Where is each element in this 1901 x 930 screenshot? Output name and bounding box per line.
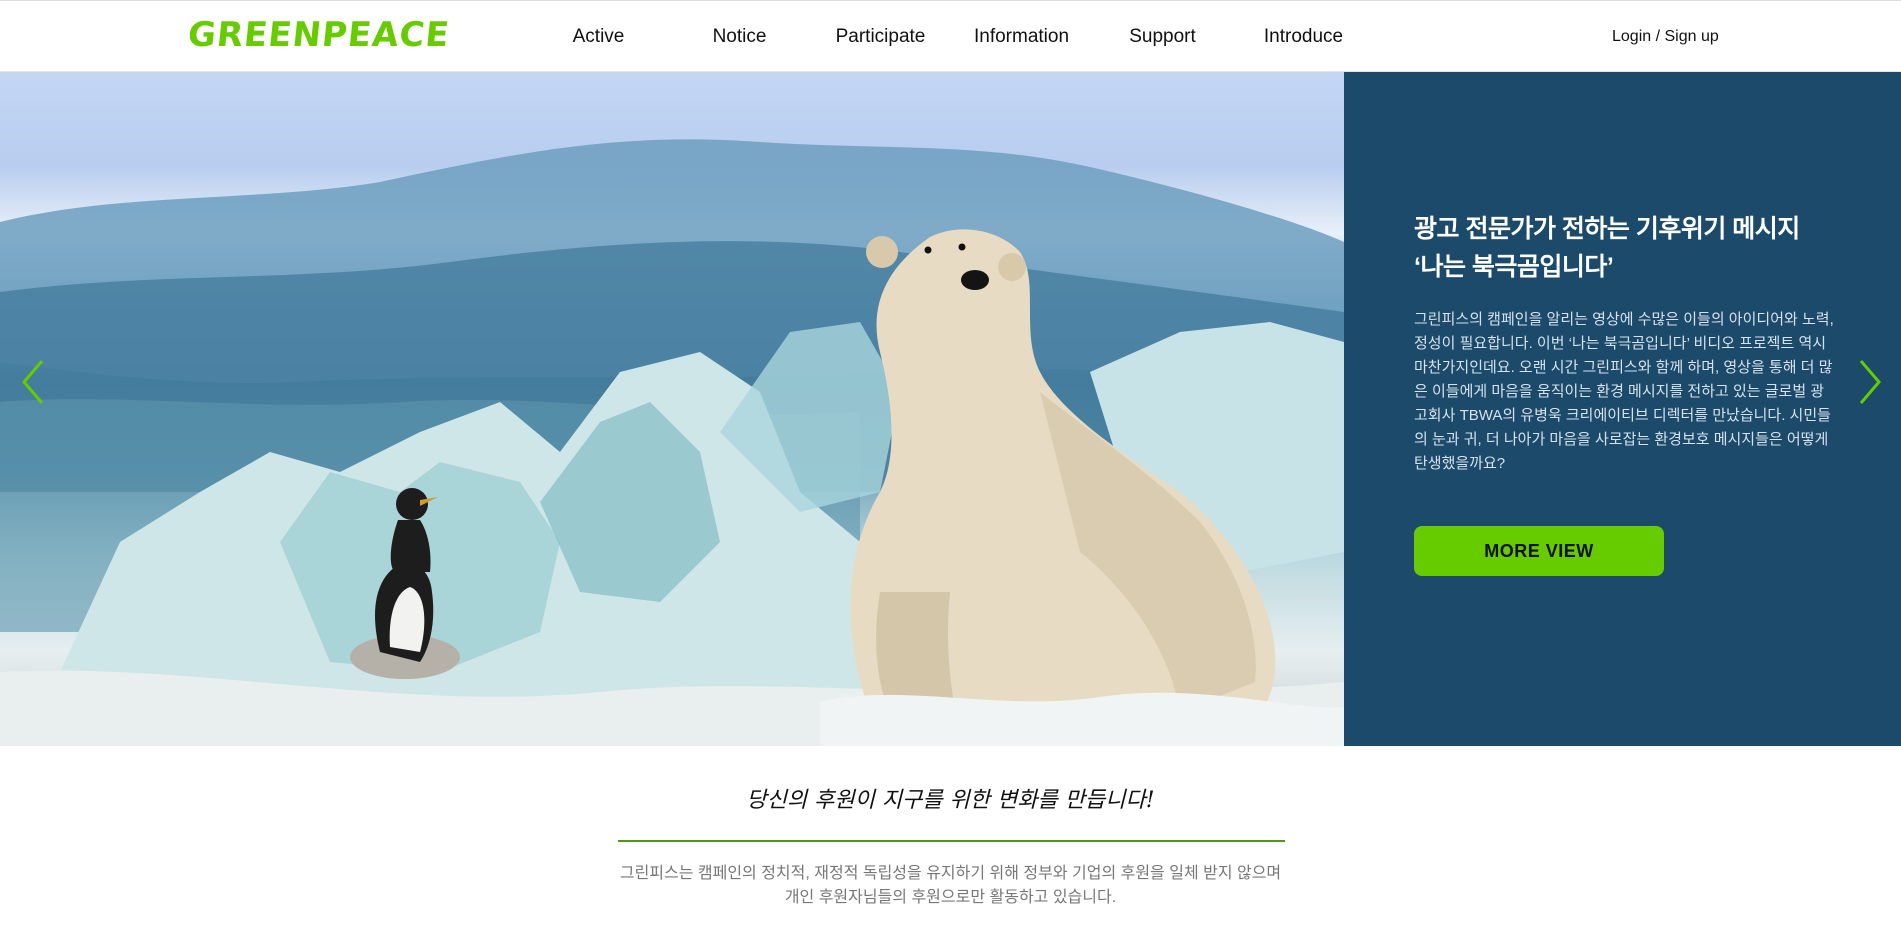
nav-item-information[interactable]: Information (951, 1, 1092, 73)
support-title: 당신의 후원이 지구를 위한 변화를 만듭니다! (746, 788, 1155, 813)
nav-item-participate[interactable]: Participate (810, 1, 951, 73)
polar-bear-penguin-illustration (0, 139, 1344, 746)
support-text: 그린피스는 캠페인의 정치적, 재정적 독립성을 유지하기 위해 정부와 기업의… (0, 862, 1901, 910)
nav-item-introduce[interactable]: Introduce (1233, 1, 1374, 73)
chevron-left-icon[interactable] (18, 357, 48, 407)
greenpeace-logo[interactable]: GREENPEACE (186, 15, 452, 55)
more-view-button[interactable]: MORE VIEW (1414, 526, 1664, 576)
site-header: GREENPEACE Active Notice Participate Inf… (0, 0, 1901, 72)
nav-item-active[interactable]: Active (528, 1, 669, 73)
support-text-line2: 개인 후원자님들의 후원으로만 활동하고 있습니다. (784, 889, 1117, 906)
nav-item-notice[interactable]: Notice (669, 1, 810, 73)
hero-info-panel: 광고 전문가가 전하는 기후위기 메시지 ‘나는 북극곰입니다’ 그린피스의 캠… (1344, 72, 1901, 746)
nav-item-support[interactable]: Support (1092, 1, 1233, 73)
main-nav: Active Notice Participate Information Su… (528, 1, 1374, 73)
hero-image (0, 72, 1344, 746)
hero-title-line1: 광고 전문가가 전하는 기후위기 메시지 (1414, 215, 1800, 243)
support-text-line1: 그린피스는 캠페인의 정치적, 재정적 독립성을 유지하기 위해 정부와 기업의… (619, 865, 1282, 882)
login-signup-link[interactable]: Login / Sign up (1612, 1, 1719, 73)
hero-description: 그린피스의 캠페인을 알리는 영상에 수많은 이들의 아이디어와 노력, 정성이… (1414, 311, 1834, 472)
hero-title: 광고 전문가가 전하는 기후위기 메시지 ‘나는 북극곰입니다’ (1414, 210, 1854, 286)
hero-slider: 광고 전문가가 전하는 기후위기 메시지 ‘나는 북극곰입니다’ 그린피스의 캠… (0, 72, 1901, 746)
hero-title-line2: ‘나는 북극곰입니다’ (1414, 253, 1614, 281)
support-divider (618, 840, 1285, 842)
chevron-right-icon[interactable] (1855, 357, 1885, 407)
support-section: 당신의 후원이 지구를 위한 변화를 만듭니다! 그린피스는 캠페인의 정치적,… (0, 746, 1901, 930)
